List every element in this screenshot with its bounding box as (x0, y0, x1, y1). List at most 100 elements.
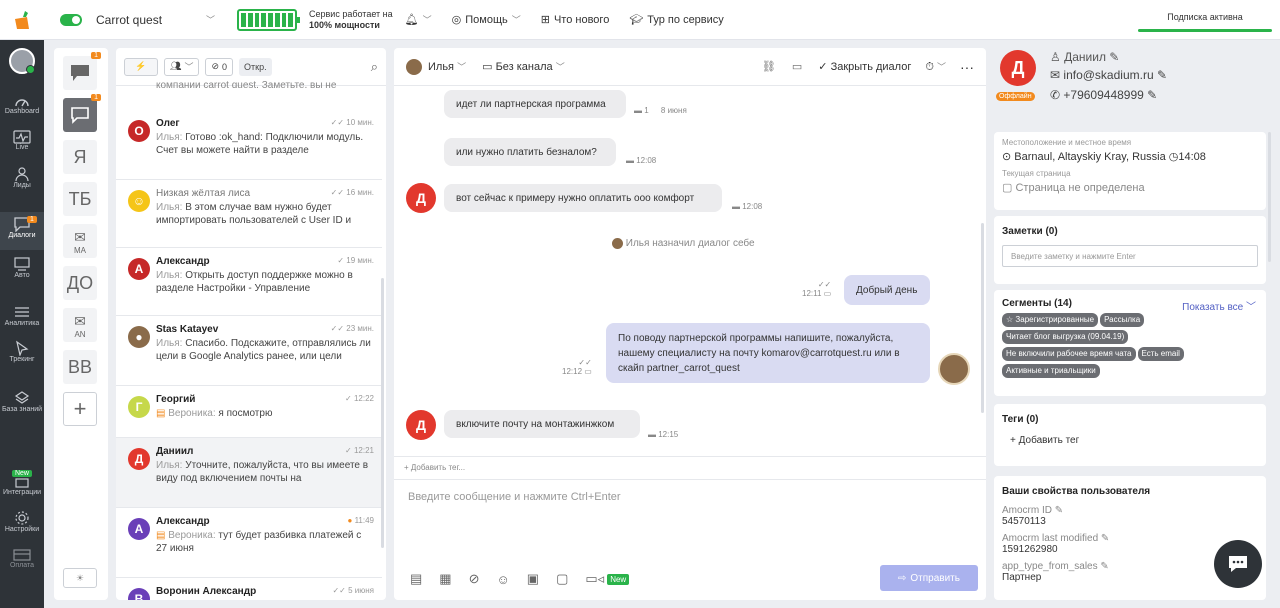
link-icon[interactable]: ⛓ (762, 60, 776, 73)
pencil-icon[interactable]: ✎ (1055, 505, 1063, 516)
channel-ya[interactable]: Я (63, 140, 97, 174)
segment-tag[interactable]: ☆ Зарегистрированные (1002, 313, 1099, 327)
article-icon[interactable]: ▦ (439, 571, 451, 587)
message-incoming: идет ли партнерская программа (444, 90, 626, 118)
avatar: А (128, 258, 150, 280)
avatar: О (128, 120, 150, 142)
item-time: ✓✓ 16 мин. (330, 188, 374, 197)
channel-an[interactable]: ✉ AN (63, 308, 97, 342)
subscription-status[interactable]: Подписка активна (1138, 0, 1272, 40)
chevron-down-icon: ﹀ (422, 15, 432, 25)
status-filter[interactable]: Откр. (239, 57, 272, 76)
list-item[interactable]: ☺ Низкая жёлтая лиса ✓✓ 16 мин. Илья: В … (116, 180, 382, 248)
item-preview: Илья: В этом случае вам нужно будет импо… (156, 202, 352, 226)
emoji-icon[interactable]: ☺ (497, 572, 510, 587)
channel-my-dialogs[interactable]: 1 (63, 94, 101, 132)
help-button[interactable]: ◎ Помощь ﹀ (452, 13, 521, 27)
message-input[interactable]: Введите сообщение и нажмите Ctrl+Enter (408, 491, 968, 551)
nav-payment[interactable]: Оплата (0, 548, 44, 580)
list-item[interactable]: А Александр ● 11:49 ▤ Вероника: тут буде… (116, 508, 382, 578)
nav-leads[interactable]: Лиды (0, 166, 44, 198)
segment-tag[interactable]: Рассылка (1100, 313, 1145, 327)
bookmark-icon[interactable]: ▣ (527, 571, 539, 587)
nav-auto[interactable]: Авто (0, 256, 44, 288)
list-scrollbar[interactable] (381, 278, 384, 548)
chat-widget-button[interactable] (1214, 540, 1262, 588)
agent-avatar (938, 353, 970, 385)
channel-ma[interactable]: ✉ MA (63, 224, 97, 258)
nav-dialogs[interactable]: 1 Диалоги (0, 212, 44, 250)
calendar-icon[interactable]: ▢ (556, 571, 568, 587)
notifications-button[interactable]: 🔔︎ ﹀ (405, 13, 432, 26)
add-tag-button[interactable]: + Добавить тег... (404, 463, 465, 472)
theme-toggle[interactable]: ☀ (63, 568, 97, 588)
select-all-checkbox[interactable]: ⚡ (124, 57, 158, 76)
note-icon: ▤ (156, 408, 166, 419)
user-email[interactable]: ✉ info@skadium.ru ✎ (1050, 68, 1167, 82)
nav-integrations[interactable]: New Интеграции (0, 470, 44, 504)
channel-select[interactable]: ▭ Без канала ﹀ (482, 60, 565, 73)
agent-select[interactable]: Илья ﹀ (428, 60, 466, 73)
pencil-icon[interactable]: ✎ (1157, 68, 1167, 82)
pencil-icon[interactable]: ✎ (1109, 50, 1119, 64)
service-battery-icon (237, 8, 301, 31)
user-name[interactable]: ♙ Даниил ✎ (1050, 50, 1119, 64)
message-time: ▬ 12:15 (648, 430, 679, 439)
show-all-segments[interactable]: Показать все ﹀ (1182, 298, 1256, 313)
nav-knowledge-base[interactable]: База знаний (0, 390, 44, 422)
assignee-filter[interactable]: 👥︎ ﹀ (164, 57, 200, 76)
list-item[interactable]: О Олег ✓✓ 10 мин. Илья: Готово :ok_hand:… (116, 110, 382, 180)
tag-icon: ⊘ (211, 61, 219, 71)
user-phone[interactable]: ✆ +79609448999 ✎ (1050, 88, 1157, 102)
list-item-selected[interactable]: Д Даниил ✓ 12:21 Илья: Уточните, пожалуй… (116, 438, 382, 508)
segment-tag[interactable]: Читает блог выгрузка (09.04.19) (1002, 330, 1129, 344)
chat-bubble-outline-icon[interactable]: ▭ (792, 60, 802, 73)
tag-filter[interactable]: ⊘ 0 (205, 57, 234, 76)
message-time: ✓✓ 12:11 ▭ (802, 280, 832, 298)
panel-scrollbar[interactable] (1268, 132, 1271, 262)
avatar[interactable] (9, 48, 35, 74)
top-bar: Carrot quest ﹀ Сервис работает на 100% м… (0, 0, 1280, 40)
pencil-icon[interactable]: ✎ (1101, 533, 1109, 544)
pencil-icon[interactable]: ✎ (1100, 561, 1108, 572)
close-dialog-button[interactable]: ✓ Закрыть диалог (818, 60, 911, 73)
add-channel-button[interactable]: + (63, 392, 97, 426)
search-icon[interactable]: ⌕ (371, 59, 378, 75)
list-item[interactable]: В Воронин Александр ✓✓ 5 июня (116, 578, 382, 600)
video-icon[interactable]: ▭◃ New (585, 571, 630, 587)
template-icon[interactable]: ▤ (410, 571, 422, 587)
more-icon[interactable]: ··· (960, 59, 974, 75)
attachment-icon[interactable]: ⊘ (469, 571, 480, 587)
chat-bubble-icon: ▭ (482, 61, 493, 73)
segment-tag[interactable]: Есть email (1137, 347, 1184, 361)
note-input[interactable]: Введите заметку и нажмите Enter (1002, 245, 1258, 267)
nav-tracking[interactable]: Трекинг (0, 340, 44, 372)
segment-tag[interactable]: Не включили рабочее время чата (1002, 347, 1136, 361)
project-toggle[interactable] (60, 13, 82, 26)
channel-tb[interactable]: ТБ (63, 182, 97, 216)
channel-do[interactable]: ДО (63, 266, 97, 300)
notes-card: Заметки (0) Введите заметку и нажмите En… (994, 216, 1266, 284)
project-name[interactable]: Carrot quest (96, 13, 178, 27)
nav-analytics[interactable]: Аналитика (0, 304, 44, 336)
segment-tag[interactable]: Активные и триальщики (1002, 364, 1100, 378)
nav-dashboard[interactable]: Dashboard (0, 94, 44, 126)
list-item[interactable]: А Александр ✓ 19 мин. Илья: Открыть дост… (116, 248, 382, 316)
nav-live[interactable]: Live (0, 130, 44, 162)
list-item[interactable]: ● Stas Katayev ✓✓ 23 мин. Илья: Спасибо.… (116, 316, 382, 386)
channel-vv[interactable]: ВВ (63, 350, 97, 384)
send-button[interactable]: ⇨ Отправить (880, 565, 978, 591)
snooze-button[interactable]: ⏱ ﹀ (925, 60, 946, 74)
nav-settings[interactable]: Настройки (0, 510, 44, 542)
channel-all-dialogs[interactable]: 1 (63, 52, 101, 90)
whats-new-button[interactable]: ⊞ Что нового (541, 13, 610, 27)
chevron-down-icon[interactable]: ﹀ (206, 13, 215, 26)
tags-card: Теги (0) + Добавить тег (994, 404, 1266, 466)
pencil-icon[interactable]: ✎ (1147, 88, 1157, 102)
tour-button[interactable]: 🎓︎ Тур по сервису (629, 13, 723, 27)
message-incoming: включите почту на монтажинжком (444, 410, 640, 438)
add-tag-button[interactable]: + Добавить тег (1002, 435, 1258, 446)
list-item[interactable]: Г Георгий ✓ 12:22 ▤ Вероника: я посмотрю (116, 386, 382, 438)
carrot-logo-icon[interactable] (0, 0, 44, 40)
chat-scrollbar[interactable] (981, 223, 984, 413)
